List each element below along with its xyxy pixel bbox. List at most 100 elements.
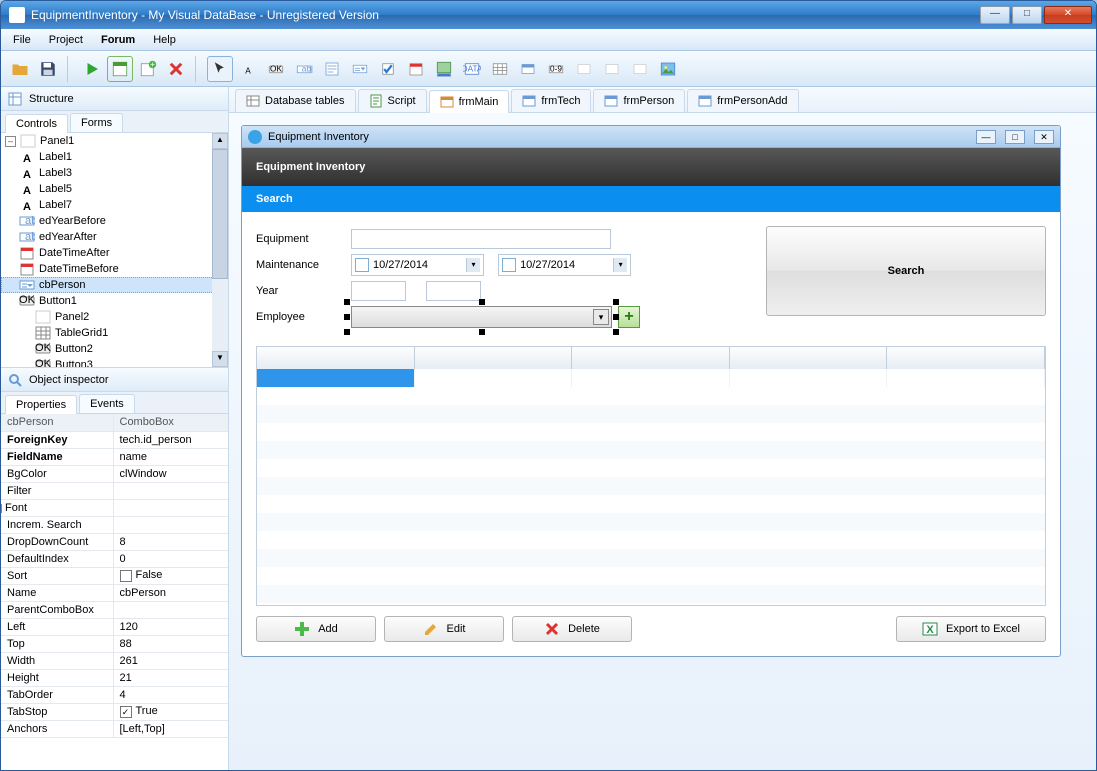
property-value[interactable]: 4 <box>113 686 228 703</box>
minimize-button[interactable]: — <box>980 6 1010 24</box>
property-value[interactable]: False <box>113 567 228 584</box>
tree-node[interactable]: TableGrid1 <box>1 325 228 341</box>
run-button[interactable] <box>79 56 105 82</box>
property-value[interactable] <box>113 516 228 533</box>
search-button[interactable]: Search <box>766 226 1046 316</box>
tab-properties[interactable]: Properties <box>5 395 77 414</box>
memo-tool[interactable] <box>319 56 345 82</box>
tab-database-tables[interactable]: Database tables <box>235 89 356 112</box>
grid-tool[interactable] <box>487 56 513 82</box>
property-row[interactable]: DefaultIndex0 <box>1 550 228 567</box>
tab-script[interactable]: Script <box>358 89 427 112</box>
delete-form-button[interactable] <box>163 56 189 82</box>
tab-frmmain[interactable]: frmMain <box>429 90 510 113</box>
employee-combobox[interactable]: ▾ <box>351 306 612 328</box>
tree-node[interactable]: ALabel7 <box>1 197 228 213</box>
year-to-input[interactable] <box>426 281 481 301</box>
dropdown-icon[interactable]: ▾ <box>593 309 609 325</box>
property-value[interactable]: cbPerson <box>113 584 228 601</box>
property-value[interactable] <box>113 482 228 499</box>
tree-scrollbar[interactable]: ▲ ▼ <box>212 133 228 367</box>
dropdown-icon[interactable]: ▾ <box>613 258 627 272</box>
tab-events[interactable]: Events <box>79 394 135 413</box>
property-row[interactable]: ForeignKeytech.id_person <box>1 431 228 448</box>
form-minimize-button[interactable]: — <box>976 130 996 144</box>
tree-node[interactable]: cbPerson <box>1 277 228 293</box>
property-value[interactable]: clWindow <box>113 465 228 482</box>
edit-button[interactable]: Edit <box>384 616 504 642</box>
property-row[interactable]: NamecbPerson <box>1 584 228 601</box>
property-value[interactable]: 0 <box>113 550 228 567</box>
property-value[interactable] <box>113 499 228 516</box>
button-tool[interactable]: OK <box>263 56 289 82</box>
property-row[interactable]: Height21 <box>1 669 228 686</box>
delete-button[interactable]: Delete <box>512 616 632 642</box>
property-row[interactable]: Increm. Search <box>1 516 228 533</box>
controls-tree[interactable]: – Panel1 ALabel1ALabel3ALabel5ALabel7ab|… <box>1 133 228 368</box>
export-excel-button[interactable]: XExport to Excel <box>896 616 1046 642</box>
datetime-tool[interactable] <box>403 56 429 82</box>
open-button[interactable] <box>7 56 33 82</box>
property-value[interactable]: tech.id_person <box>113 431 228 448</box>
counter-tool[interactable]: 0-9 <box>543 56 569 82</box>
year-from-input[interactable] <box>351 281 406 301</box>
scroll-thumb[interactable] <box>212 149 228 279</box>
tree-node[interactable]: Panel2 <box>1 309 228 325</box>
add-button[interactable]: Add <box>256 616 376 642</box>
tree-node[interactable]: DateTimeBefore <box>1 261 228 277</box>
tab-controls[interactable]: Controls <box>5 114 68 133</box>
blank1-tool[interactable] <box>571 56 597 82</box>
property-row[interactable]: Filter <box>1 482 228 499</box>
property-row[interactable]: TabOrder4 <box>1 686 228 703</box>
tab-frmperson[interactable]: frmPerson <box>593 89 685 112</box>
tree-node[interactable]: ALabel3 <box>1 165 228 181</box>
image-db-tool[interactable] <box>431 56 457 82</box>
results-grid[interactable] <box>256 346 1046 606</box>
new-form-button[interactable]: + <box>135 56 161 82</box>
picture-tool[interactable] <box>655 56 681 82</box>
add-employee-button[interactable]: + <box>618 306 640 328</box>
scroll-up-icon[interactable]: ▲ <box>212 133 228 149</box>
menu-forum[interactable]: Forum <box>93 32 143 48</box>
property-value[interactable]: 88 <box>113 635 228 652</box>
tree-node[interactable]: ab|edYearAfter <box>1 229 228 245</box>
edit-tool[interactable]: ab| <box>291 56 317 82</box>
property-value[interactable]: 8 <box>113 533 228 550</box>
property-row[interactable]: Top88 <box>1 635 228 652</box>
tab-frmtech[interactable]: frmTech <box>511 89 591 112</box>
property-value[interactable] <box>113 601 228 618</box>
property-row[interactable]: Left120 <box>1 618 228 635</box>
blank3-tool[interactable] <box>627 56 653 82</box>
data-tool[interactable]: DATA <box>459 56 485 82</box>
maximize-button[interactable]: □ <box>1012 6 1042 24</box>
form-maximize-button[interactable]: □ <box>1005 130 1025 144</box>
dropdown-icon[interactable]: ▾ <box>466 258 480 272</box>
property-row[interactable]: +Font <box>1 499 228 516</box>
blank2-tool[interactable] <box>599 56 625 82</box>
property-grid[interactable]: cbPersonComboBox ForeignKeytech.id_perso… <box>1 414 228 770</box>
date-from-picker[interactable]: 10/27/2014▾ <box>351 254 484 276</box>
tree-node[interactable]: ab|edYearBefore <box>1 213 228 229</box>
property-row[interactable]: ParentComboBox <box>1 601 228 618</box>
property-row[interactable]: BgColorclWindow <box>1 465 228 482</box>
property-row[interactable]: TabStop✓True <box>1 703 228 720</box>
pointer-tool[interactable] <box>207 56 233 82</box>
form-close-button[interactable]: ✕ <box>1034 130 1054 144</box>
save-button[interactable] <box>35 56 61 82</box>
form-button[interactable] <box>107 56 133 82</box>
collapse-icon[interactable]: – <box>5 136 16 147</box>
grid-row-selected[interactable] <box>257 369 1045 387</box>
property-value[interactable]: [Left,Top] <box>113 720 228 737</box>
property-value[interactable]: 261 <box>113 652 228 669</box>
close-button[interactable]: ✕ <box>1044 6 1092 24</box>
property-value[interactable]: name <box>113 448 228 465</box>
menu-project[interactable]: Project <box>41 32 91 48</box>
equipment-input[interactable] <box>351 229 611 249</box>
panel-tool[interactable] <box>515 56 541 82</box>
property-row[interactable]: Anchors[Left,Top] <box>1 720 228 737</box>
menu-file[interactable]: File <box>5 32 39 48</box>
tree-node[interactable]: OKButton2 <box>1 341 228 357</box>
tree-node[interactable]: OKButton1 <box>1 293 228 309</box>
tree-node[interactable]: ALabel1 <box>1 149 228 165</box>
property-row[interactable]: Width261 <box>1 652 228 669</box>
